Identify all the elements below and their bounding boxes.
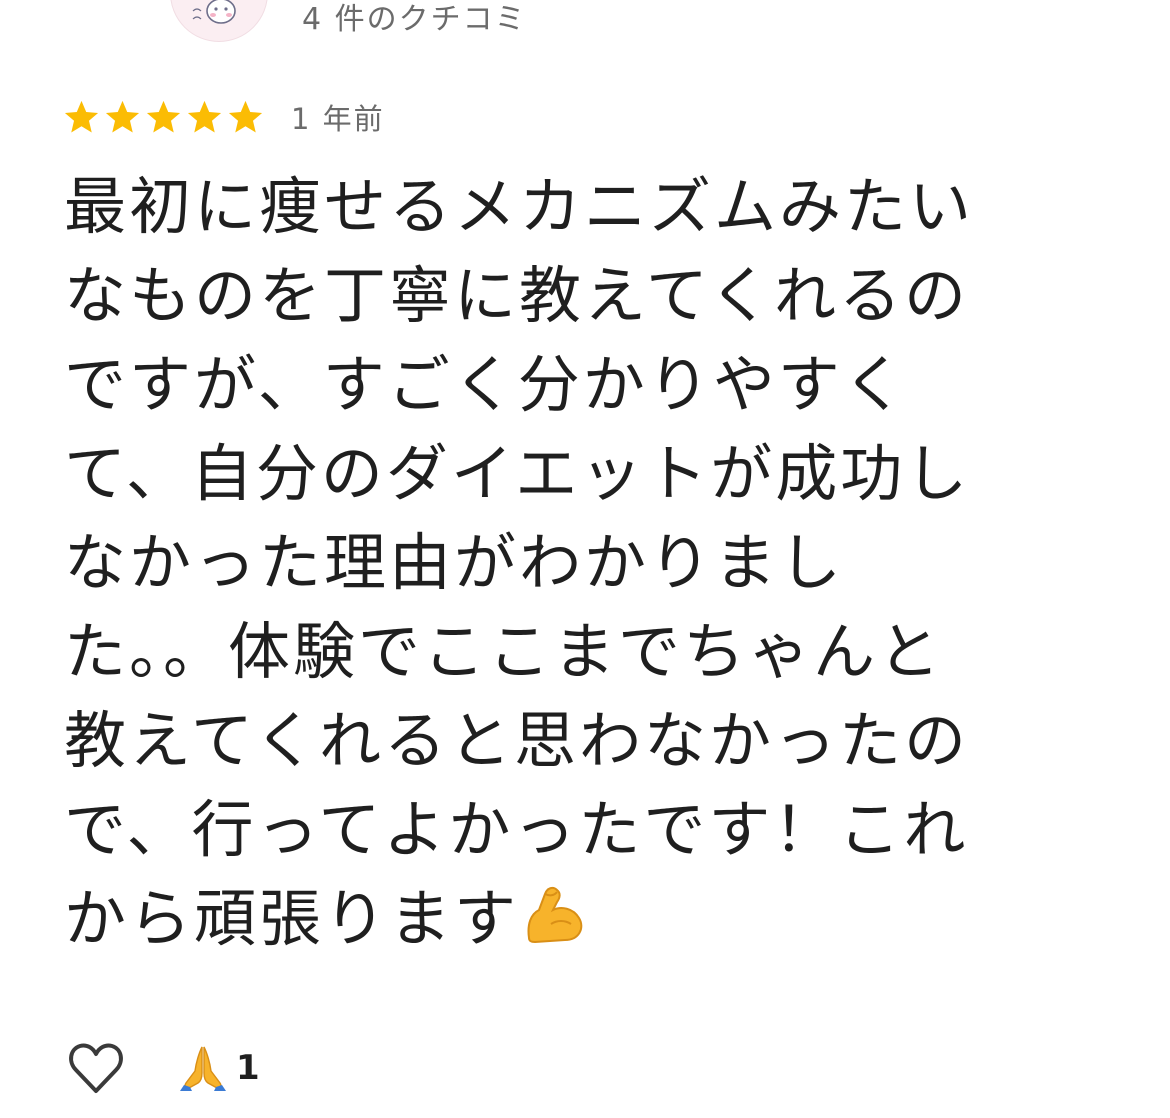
review-text-line: なものを丁寧に教えてくれるの bbox=[64, 259, 970, 332]
review-text-line: た。。体験でここまでちゃんと bbox=[64, 615, 944, 688]
reaction-chip[interactable]: 1 bbox=[178, 1043, 260, 1093]
close-button[interactable] bbox=[70, 0, 130, 22]
review-text-line: ですが、すごく分かりやすく bbox=[64, 348, 908, 421]
review-date: 1 年前 bbox=[291, 102, 385, 136]
star-icon bbox=[187, 100, 222, 132]
review-text-line: なかった理由がわかりまし bbox=[64, 526, 845, 599]
review-count: 4 件のクチコミ bbox=[302, 2, 527, 37]
review-text: 最初に痩せるメカニズムみたい なものを丁寧に教えてくれるの ですが、すごく分かり… bbox=[64, 162, 1104, 963]
star-rating bbox=[62, 98, 265, 137]
review-text-line-last: から頑張ります bbox=[64, 874, 1104, 963]
like-button[interactable] bbox=[66, 1038, 126, 1098]
review-text-line: て、自分のダイエットが成功し bbox=[64, 437, 971, 510]
review-actions: 1 bbox=[66, 1038, 260, 1098]
avatar[interactable] bbox=[170, 0, 268, 42]
star-icon bbox=[146, 100, 181, 132]
flexed-biceps-icon bbox=[527, 886, 583, 944]
review-text-line: で、行ってよかったです！これ bbox=[64, 793, 969, 866]
review-text-line: 教えてくれると思わなかったの bbox=[64, 704, 970, 777]
star-icon bbox=[64, 100, 99, 132]
review-text-line: 最初に痩せるメカニズムみたい bbox=[64, 170, 975, 243]
close-icon bbox=[70, 0, 130, 22]
reaction-count: 1 bbox=[236, 1048, 260, 1088]
star-icon bbox=[228, 100, 263, 132]
rating-row: 1 年前 bbox=[62, 96, 385, 138]
folded-hands-icon bbox=[180, 1046, 226, 1091]
rabbit-avatar-icon bbox=[192, 0, 236, 24]
review-header: 4 件のクチコミ bbox=[0, 0, 1170, 60]
star-icon bbox=[105, 100, 140, 132]
review-text-line-content: から頑張ります bbox=[64, 882, 520, 955]
heart-outline-icon bbox=[69, 1043, 123, 1093]
